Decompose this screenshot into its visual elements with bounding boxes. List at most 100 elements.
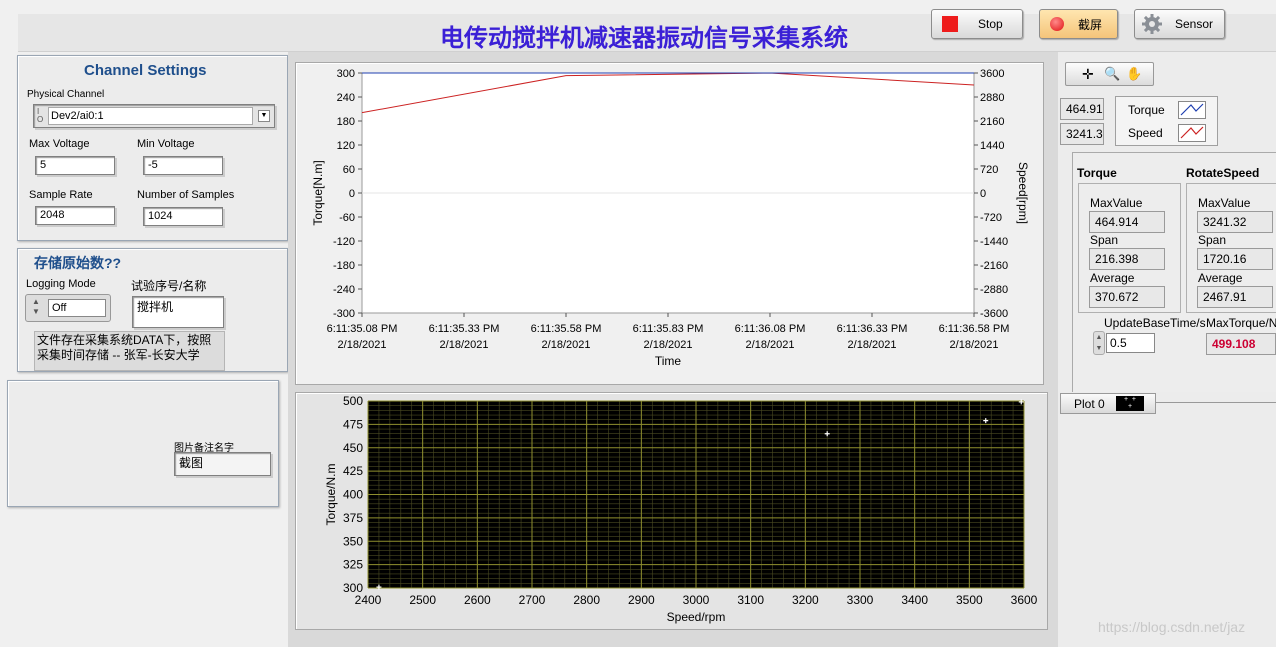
rotate-max-value: 3241.32: [1197, 211, 1273, 233]
y2-tick-label: 0: [980, 188, 986, 200]
xy-y-tick-label: 475: [343, 417, 363, 431]
gear-icon: [1142, 14, 1162, 34]
rotate-span-value: 1720.16: [1197, 248, 1273, 270]
plot-legend-bar: Plot 0 + + +: [1058, 392, 1276, 414]
waveform-chart[interactable]: 300 240 180 120 60 0 -60 -120 -180 -240 -300 3600 28…: [295, 62, 1044, 385]
y-tick-label: -240: [333, 284, 355, 296]
min-voltage-field[interactable]: -5: [143, 156, 223, 175]
legend-torque-label: Torque: [1128, 103, 1165, 117]
speed-line-icon: [1178, 124, 1206, 142]
num-samples-label: Number of Samples: [137, 189, 235, 201]
y-tick-label: -300: [333, 308, 355, 320]
y2-tick-label: 720: [980, 164, 998, 176]
y-tick-label: 240: [337, 92, 355, 104]
x-tick-label-date: 2/18/2021: [848, 339, 897, 351]
x-tick-label-time: 6:11:35.33 PM: [429, 323, 500, 335]
max-voltage-label: Max Voltage: [29, 138, 90, 150]
y2-tick-label: -2160: [980, 260, 1008, 272]
xy-y-axis-title: Torque/N.m: [324, 463, 338, 525]
watermark: https://blog.csdn.net/jaz: [1098, 619, 1246, 635]
update-base-time-control[interactable]: ▲ ▼ 0.5: [1093, 331, 1157, 355]
y2-tick-label: -1440: [980, 236, 1008, 248]
x-tick-label-date: 2/18/2021: [950, 339, 999, 351]
rotate-avg-label: Average: [1198, 271, 1243, 285]
rotate-span-label: Span: [1198, 233, 1227, 247]
xy-x-tick-label: 3200: [792, 593, 819, 607]
y2-tick-label: -2880: [980, 284, 1008, 296]
torque-max-label: MaxValue: [1090, 196, 1143, 210]
sample-rate-label: Sample Rate: [29, 189, 93, 201]
stepper-icon[interactable]: ▲ ▼: [1093, 331, 1105, 355]
chevron-down-icon[interactable]: ▼: [258, 110, 270, 122]
plot-0-legend[interactable]: Plot 0 + + +: [1060, 393, 1156, 414]
xy-x-tick-label: 2500: [409, 593, 436, 607]
graph-palette[interactable]: ✛ 🔍 ✋: [1065, 62, 1154, 86]
x-tick-label-date: 2/18/2021: [746, 339, 795, 351]
io-icon: IO: [37, 107, 44, 124]
y-tick-label: 120: [337, 140, 355, 152]
torque-max-value: 464.914: [1089, 211, 1165, 233]
x-tick-label-time: 6:11:35.83 PM: [633, 323, 704, 335]
x-tick-label-time: 6:11:35.08 PM: [327, 323, 398, 335]
test-id-label: 试验序号/名称: [131, 279, 207, 293]
y2-tick-label: -3600: [980, 308, 1008, 320]
y-tick-label: 180: [337, 116, 355, 128]
y-tick-label: 0: [349, 188, 355, 200]
y2-tick-label: -720: [980, 212, 1002, 224]
logging-mode-control[interactable]: ▲ ▼ Off: [25, 294, 111, 322]
screenshot-label: 截屏: [1078, 17, 1103, 32]
xy-x-tick-label: 3300: [847, 593, 874, 607]
physical-channel-label: Physical Channel: [27, 89, 105, 100]
speed-readout: 3241.32: [1060, 123, 1104, 145]
x-tick-label-time: 6:11:36.58 PM: [939, 323, 1010, 335]
y2-tick-label: 2880: [980, 92, 1004, 104]
xy-x-tick-label: 3100: [737, 593, 764, 607]
xy-y-tick-label: 300: [343, 581, 363, 595]
torque-span-value: 216.398: [1089, 248, 1165, 270]
physical-channel-select[interactable]: IO Dev2/ai0:1 ▼: [33, 104, 275, 128]
torque-readout: 464.91: [1060, 98, 1104, 120]
xy-x-tick-label: 2600: [464, 593, 491, 607]
rotate-avg-value: 2467.91: [1197, 286, 1273, 308]
xy-x-tick-label: 2700: [519, 593, 546, 607]
screenshot-button[interactable]: 截屏: [1039, 9, 1118, 39]
sensor-label: Sensor: [1175, 17, 1214, 31]
max-torque-value: 499.108: [1206, 333, 1276, 355]
plot-legend: Torque Speed: [1115, 96, 1218, 146]
torque-line-icon: [1178, 101, 1206, 119]
x-tick-label-date: 2/18/2021: [542, 339, 591, 351]
point-style-icon: + + +: [1116, 396, 1144, 411]
sample-rate-field[interactable]: 2048: [35, 206, 115, 225]
y-tick-label: 300: [337, 68, 355, 80]
y-axis-title: Torque[N.m]: [311, 160, 325, 225]
torque-span-label: Span: [1090, 233, 1119, 247]
plot-legend-line: [1156, 402, 1276, 403]
up-down-icon[interactable]: ▲ ▼: [29, 297, 43, 319]
crosshair-icon[interactable]: ✛: [1082, 66, 1094, 82]
legend-speed-label: Speed: [1128, 126, 1163, 140]
rotate-stats-header: RotateSpeed: [1186, 166, 1260, 180]
page-title: 电传动搅拌机减速器振动信号采集系统: [440, 25, 848, 52]
stop-button[interactable]: Stop: [931, 9, 1023, 39]
xy-chart[interactable]: 2400 2500 2600 2700 2800 2900 3000 3100 3200 3300…: [295, 392, 1048, 630]
logging-mode-value: Off: [48, 299, 106, 317]
record-icon: [1050, 17, 1064, 31]
image-note-field[interactable]: 截图: [174, 452, 271, 476]
torque-avg-value: 370.672: [1089, 286, 1165, 308]
xy-x-tick-label: 3000: [683, 593, 710, 607]
num-samples-field[interactable]: 1024: [143, 207, 223, 226]
zoom-icon[interactable]: 🔍: [1104, 66, 1120, 82]
xy-y-tick-label: 400: [343, 488, 363, 502]
pan-hand-icon[interactable]: ✋: [1126, 66, 1142, 82]
max-voltage-field[interactable]: 5: [35, 156, 115, 175]
storage-title: 存储原始数??: [34, 255, 122, 271]
xy-y-tick-label: 325: [343, 558, 363, 572]
x-tick-label-date: 2/18/2021: [644, 339, 693, 351]
test-id-field[interactable]: 搅拌机: [132, 296, 224, 328]
xy-y-tick-label: 500: [343, 394, 363, 408]
sensor-button[interactable]: Sensor: [1134, 9, 1225, 39]
logging-mode-label: Logging Mode: [26, 278, 96, 290]
channel-settings-title: Channel Settings: [84, 62, 207, 79]
storage-note: 文件存在采集系统DATA下，按照采集时间存储 -- 张军-长安大学: [34, 331, 225, 371]
x-tick-label-time: 6:11:36.08 PM: [735, 323, 806, 335]
